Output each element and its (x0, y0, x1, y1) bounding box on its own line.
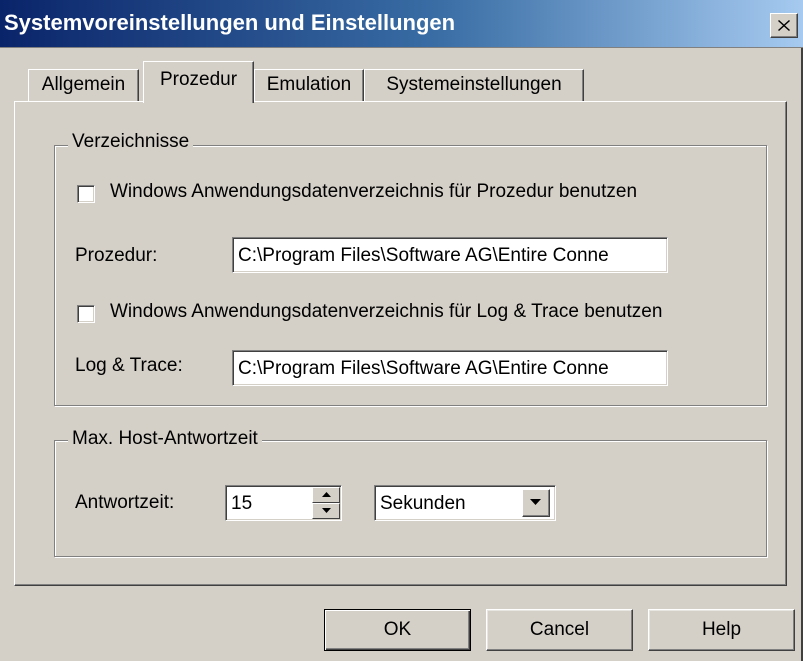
use-appdata-logtrace-checkbox[interactable] (77, 305, 95, 323)
chevron-down-icon (530, 499, 541, 505)
cancel-button[interactable]: Cancel (486, 609, 633, 651)
arrow-down-icon (322, 508, 331, 513)
unit-select-value: Sekunden (380, 493, 466, 514)
use-appdata-logtrace-label[interactable]: Windows Anwendungsdatenverzeichnis für L… (110, 301, 662, 323)
procedure-path-input[interactable]: C:\Program Files\Software AG\Entire Conn… (232, 237, 668, 273)
directories-group-label: Verzeichnisse (68, 131, 194, 153)
spin-down-button[interactable] (312, 503, 340, 519)
use-appdata-procedure-checkbox[interactable] (77, 185, 95, 203)
help-button[interactable]: Help (648, 609, 795, 651)
tab-prozedur[interactable]: Prozedur (143, 61, 254, 103)
window-title: Systemvoreinstellungen und Einstellungen (4, 10, 456, 35)
logtrace-path-input[interactable]: C:\Program Files\Software AG\Entire Conn… (232, 350, 668, 386)
spin-up-button[interactable] (312, 487, 340, 503)
logtrace-label: Log & Trace: (75, 355, 183, 376)
arrow-up-icon (322, 492, 331, 497)
close-button[interactable] (770, 13, 798, 38)
tab-systemeinstellungen[interactable]: Systemeinstellungen (364, 69, 584, 101)
ok-button[interactable]: OK (324, 609, 471, 651)
procedure-label: Prozedur: (75, 245, 158, 266)
tab-allgemein[interactable]: Allgemein (28, 69, 139, 101)
unit-dropdown-button[interactable] (522, 489, 550, 517)
close-icon (778, 20, 790, 31)
tab-emulation[interactable]: Emulation (254, 69, 364, 101)
response-time-group-label: Max. Host-Antwortzeit (68, 428, 262, 450)
title-bar: Systemvoreinstellungen und Einstellungen (0, 0, 803, 48)
response-time-label: Antwortzeit: (75, 492, 175, 513)
response-time-value: 15 (231, 493, 253, 514)
use-appdata-procedure-label[interactable]: Windows Anwendungsdatenverzeichnis für P… (110, 181, 637, 203)
